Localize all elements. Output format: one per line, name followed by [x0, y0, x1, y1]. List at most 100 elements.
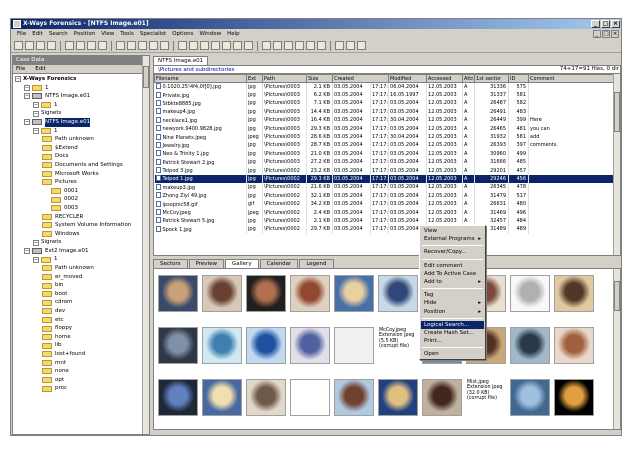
minimize-icon[interactable]: _	[591, 20, 600, 28]
gallery-thumbnail[interactable]	[202, 379, 242, 416]
gallery-thumbnail[interactable]	[246, 327, 286, 364]
context-menu-recover-copy[interactable]: Recover/Copy...	[421, 248, 484, 256]
sync-icon[interactable]	[189, 41, 198, 50]
gallery-scrollbar[interactable]	[613, 269, 620, 429]
gallery-thumbnail[interactable]	[290, 275, 330, 312]
gallery-thumbnail[interactable]	[202, 275, 242, 312]
tree-node[interactable]: Microsoft Works	[15, 170, 149, 179]
refresh-icon[interactable]	[233, 41, 242, 50]
tab-ntfs-image[interactable]: NTFS Image.e01	[153, 56, 209, 65]
tree-node[interactable]: − Signets	[15, 238, 149, 247]
right-icon[interactable]	[284, 41, 293, 50]
column-header-created[interactable]: Created	[331, 74, 390, 83]
gallery-thumbnail[interactable]	[246, 379, 286, 416]
gallery-thumbnail[interactable]	[554, 327, 594, 364]
gallery-thumbnail[interactable]	[290, 379, 330, 416]
context-menu-create-hash-set[interactable]: Create Hash Set...	[421, 329, 484, 337]
tree-node[interactable]: $Extend	[15, 144, 149, 153]
column-header-id[interactable]: ID	[508, 74, 530, 83]
tags-icon[interactable]	[346, 41, 355, 50]
column-header-attr[interactable]: Attr.	[462, 74, 476, 83]
expand-icon[interactable]: −	[33, 110, 39, 117]
gallery-thumbnail[interactable]	[202, 327, 242, 364]
menu-position[interactable]: Position	[71, 29, 98, 39]
column-header-ext[interactable]: Ext	[246, 74, 263, 83]
home-icon[interactable]	[317, 41, 326, 50]
column-header-size[interactable]: Size	[306, 74, 333, 83]
context-menu-add-to-active-case[interactable]: Add To Active Case	[421, 270, 484, 278]
expand-icon[interactable]: −	[24, 248, 30, 255]
save-icon[interactable]	[36, 41, 45, 50]
calc-icon[interactable]	[222, 41, 231, 50]
gallery-icon[interactable]	[211, 41, 220, 50]
tree-node[interactable]: −1	[15, 84, 149, 93]
tab-gallery[interactable]: Gallery	[224, 259, 259, 268]
case-menu-file[interactable]: File	[16, 65, 25, 73]
tree-node[interactable]: −1	[15, 101, 149, 110]
gallery-thumbnail[interactable]	[554, 275, 594, 312]
close-icon[interactable]: ×	[611, 20, 620, 28]
menu-view[interactable]: View	[98, 29, 117, 39]
case-icon[interactable]	[262, 41, 271, 50]
paste-icon[interactable]	[87, 41, 96, 50]
table-row[interactable]: Jewelry.jpg jpg \Pictures\0003 28.7 KB 03.05…	[154, 141, 617, 150]
context-menu-position[interactable]: Position ▸	[421, 308, 484, 316]
table-row[interactable]: Neo & Trinity 1.jpg jpg \Pictures\0003 21.0…	[154, 149, 617, 159]
case-menu-edit[interactable]: Edit	[35, 65, 46, 73]
tree-node[interactable]: −1	[15, 127, 149, 136]
doc-maximize-icon[interactable]: □	[602, 30, 610, 38]
options-icon[interactable]	[244, 41, 253, 50]
print-icon[interactable]	[47, 41, 56, 50]
context-menu-edit-comment[interactable]: Edit comment	[421, 262, 484, 270]
find-icon[interactable]	[116, 41, 125, 50]
table-row[interactable]: Teipod 3.jpg jpg \Pictures\0002 23.2 KB 03.0…	[154, 166, 617, 175]
tree-node[interactable]: − X-Ways Forensics	[15, 75, 149, 84]
table-row[interactable]: Teipod 1.jpg jpg \Pictures\0002 29.3 KB 03.0…	[154, 174, 617, 184]
tree-node[interactable]: − NTFS Image.e01	[15, 92, 149, 101]
open-icon[interactable]	[25, 41, 34, 50]
gallery-thumbnail[interactable]	[158, 275, 198, 312]
table-row[interactable]: necklace1.jpg jpg \Pictures\0003 16.4 KB 03.…	[154, 116, 617, 125]
gallery-thumbnail[interactable]	[290, 327, 330, 364]
maximize-icon[interactable]: □	[601, 20, 610, 28]
gallery-thumbnail[interactable]	[334, 379, 374, 416]
tree-node[interactable]: 0002	[15, 195, 149, 204]
gallery-thumbnail[interactable]	[158, 327, 198, 364]
column-header-accessed[interactable]: Accessed	[426, 74, 464, 83]
column-header-1st-sector[interactable]: 1st sector	[474, 74, 510, 83]
table-row[interactable]: newyork.9400.9828.jpg jpg \Pictures\0003 29…	[154, 124, 617, 133]
tree-node[interactable]: Windows	[15, 230, 149, 239]
new-icon[interactable]	[14, 41, 23, 50]
table-row[interactable]: Patrick Stewart 2.jpg jpg \Pictures\0003 27…	[154, 158, 617, 167]
column-header-comment[interactable]: Comment	[528, 74, 617, 83]
gallery-thumbnail[interactable]	[158, 379, 198, 416]
tree-node[interactable]: 0003	[15, 204, 149, 213]
table-row[interactable]: Nine Planets.jpeg jpeg \Pictures\0003 28.6 …	[154, 132, 617, 142]
tree-node[interactable]: − NTFS Image.e01	[15, 117, 149, 127]
tab-calendar[interactable]: Calendar	[259, 259, 299, 268]
end-icon[interactable]	[335, 41, 344, 50]
down-icon[interactable]	[306, 41, 315, 50]
find-text-icon[interactable]	[127, 41, 136, 50]
tree-node[interactable]: mnt	[15, 359, 149, 368]
column-header-filename[interactable]: Filename	[154, 74, 247, 83]
gallery-thumbnail[interactable]	[334, 275, 374, 312]
context-menu-external-programs[interactable]: External Programs ▸	[421, 235, 484, 243]
tree-node[interactable]: RECYCLER	[15, 213, 149, 222]
tree-node[interactable]: lost+found	[15, 350, 149, 359]
menu-search[interactable]: Search	[46, 29, 71, 39]
table-row[interactable]: ipsopnic58.gif gif \Pictures\0002 34.2 KB 03…	[154, 199, 617, 209]
table-row[interactable]: 0.1020.25!4f4,0f[0].jpg jpg \Pictures\0003…	[154, 82, 617, 91]
context-menu-open[interactable]: Open	[421, 350, 484, 358]
gallery-thumbnail[interactable]	[554, 379, 594, 416]
expand-icon[interactable]: −	[24, 93, 30, 100]
expand-icon[interactable]: −	[15, 76, 21, 83]
tree-node[interactable]: −1	[15, 255, 149, 264]
tree-node[interactable]: − Ext2 Image.e01	[15, 247, 149, 256]
gallery-thumbnail[interactable]	[378, 379, 418, 416]
menu-edit[interactable]: Edit	[29, 29, 46, 39]
gallery-thumbnail[interactable]	[510, 379, 550, 416]
tree-node[interactable]: Pictures	[15, 178, 149, 187]
context-menu-add-to[interactable]: Add to ▸	[421, 278, 484, 286]
tree-node[interactable]: proc	[15, 384, 149, 393]
